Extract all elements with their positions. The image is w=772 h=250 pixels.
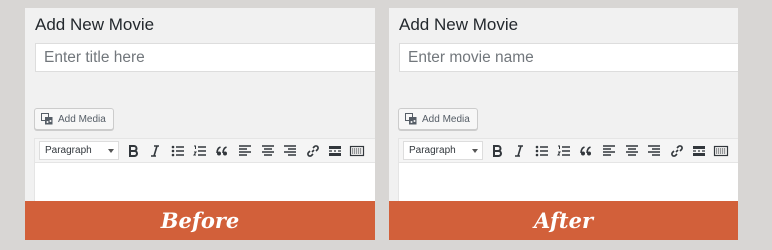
after-banner: After [389,201,738,240]
add-media-label: Add Media [422,113,470,125]
bold-icon[interactable] [125,143,141,159]
align-right-icon[interactable] [282,143,298,159]
bold-icon[interactable] [489,143,505,159]
read-more-icon[interactable] [691,143,707,159]
toolbar-toggle-icon[interactable] [713,143,729,159]
numbered-list-icon[interactable] [556,143,572,159]
title-input[interactable] [399,43,738,72]
align-center-icon[interactable] [260,143,276,159]
bulleted-list-icon[interactable] [170,143,186,159]
align-right-icon[interactable] [646,143,662,159]
link-icon[interactable] [305,143,321,159]
chevron-down-icon [472,149,478,153]
title-input[interactable] [35,43,375,72]
page-heading: Add New Movie [35,15,155,34]
align-left-icon[interactable] [237,143,253,159]
format-select-value: Paragraph [45,145,92,156]
add-media-icon [405,113,417,125]
format-select[interactable]: Paragraph [39,141,119,160]
add-media-icon [41,113,53,125]
chevron-down-icon [108,149,114,153]
after-panel: Add New Movie Add Media Paragraph After [389,8,738,240]
blockquote-icon[interactable] [579,143,595,159]
bulleted-list-icon[interactable] [534,143,550,159]
before-banner: Before [25,201,375,240]
editor-toolbar: Paragraph [398,138,738,162]
align-center-icon[interactable] [624,143,640,159]
add-media-button[interactable]: Add Media [34,108,114,130]
italic-icon[interactable] [147,143,163,159]
add-media-button[interactable]: Add Media [398,108,478,130]
format-select-value: Paragraph [409,145,456,156]
add-media-label: Add Media [58,113,106,125]
read-more-icon[interactable] [327,143,343,159]
editor-toolbar: Paragraph [34,138,375,162]
blockquote-icon[interactable] [215,143,231,159]
before-panel: Add New Movie Add Media Paragraph Before [25,8,375,240]
align-left-icon[interactable] [601,143,617,159]
link-icon[interactable] [669,143,685,159]
toolbar-toggle-icon[interactable] [349,143,365,159]
page-heading: Add New Movie [399,15,519,34]
numbered-list-icon[interactable] [192,143,208,159]
italic-icon[interactable] [511,143,527,159]
format-select[interactable]: Paragraph [403,141,483,160]
